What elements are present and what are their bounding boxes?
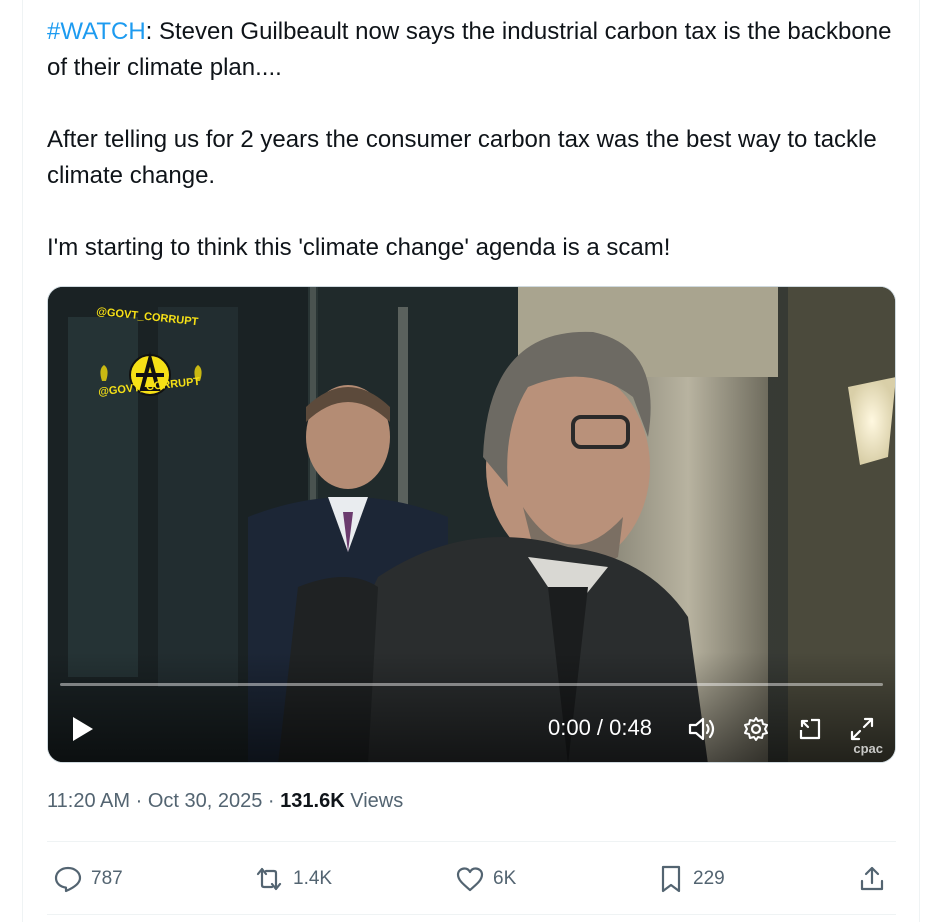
hashtag-link[interactable]: #WATCH: [47, 18, 146, 45]
volume-icon: [688, 717, 715, 741]
tweet-paragraph-3: I'm starting to think this 'climate chan…: [47, 234, 671, 261]
pip-button[interactable]: [792, 711, 828, 747]
reply-button[interactable]: 787: [53, 858, 123, 900]
heart-icon: [456, 867, 484, 892]
like-button[interactable]: 6K: [455, 858, 516, 900]
tweet-time[interactable]: 11:20 AM: [47, 790, 130, 812]
gear-icon: [744, 717, 768, 741]
tweet-metadata: 11:20 AM · Oct 30, 2025 · 131.6K Views: [47, 790, 403, 813]
like-count: 6K: [493, 868, 517, 889]
meta-separator: ·: [135, 790, 143, 812]
video-player[interactable]: @GOVT_CORRUPT @GOVT_CORRUPT 0:00 / 0:48: [47, 286, 896, 763]
settings-button[interactable]: [738, 711, 774, 747]
broadcaster-logo: cpac: [853, 741, 883, 756]
divider: [47, 841, 896, 842]
progress-bar[interactable]: [60, 683, 883, 686]
picture-in-picture-icon: [799, 718, 821, 740]
play-icon: [73, 717, 93, 741]
tweet-date[interactable]: Oct 30, 2025: [148, 790, 263, 812]
reply-icon: [54, 866, 82, 893]
share-button[interactable]: [857, 858, 887, 900]
tweet-text: #WATCH: Steven Guilbeault now says the i…: [47, 14, 897, 266]
play-button[interactable]: [62, 711, 102, 747]
repost-button[interactable]: 1.4K: [253, 858, 332, 900]
tweet-paragraph-1: #WATCH: Steven Guilbeault now says the i…: [47, 14, 897, 86]
views-count: 131.6K: [280, 790, 345, 812]
reply-count: 787: [91, 868, 123, 889]
fullscreen-icon: [850, 717, 874, 741]
meta-separator: ·: [267, 790, 275, 812]
bookmark-button[interactable]: 229: [657, 858, 725, 900]
tweet-line-1-text: : Steven Guilbeault now says the industr…: [47, 18, 892, 81]
tweet-paragraph-2: After telling us for 2 years the consume…: [47, 126, 877, 189]
bookmark-count: 229: [693, 868, 725, 889]
views-label: Views: [350, 790, 404, 812]
repost-icon: [256, 867, 282, 891]
time-display: 0:00 / 0:48: [548, 715, 652, 740]
action-bar: 787 1.4K 6K 229: [47, 858, 896, 900]
repost-count: 1.4K: [293, 868, 333, 889]
share-icon: [860, 866, 884, 891]
volume-button[interactable]: [684, 711, 720, 747]
bookmark-icon: [661, 865, 681, 893]
divider: [47, 914, 896, 915]
